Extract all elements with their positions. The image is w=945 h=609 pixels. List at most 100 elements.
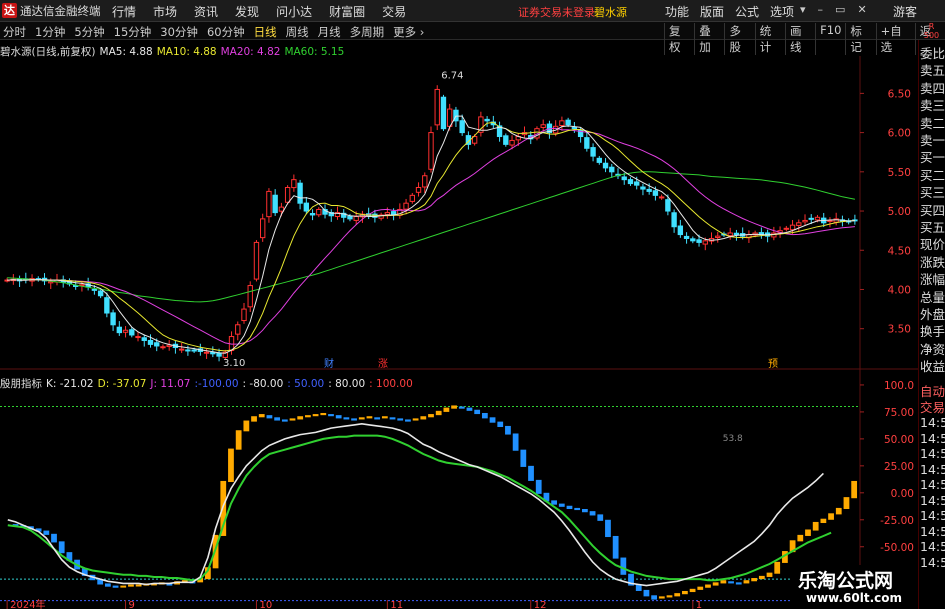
indicator-d-line [7, 434, 832, 582]
event-marker[interactable]: 涨 [378, 358, 388, 370]
indicator-bar [243, 420, 250, 432]
event-marker[interactable]: 预 [768, 358, 778, 370]
menu-item-1[interactable]: 市场 [153, 3, 177, 20]
side-item-30[interactable]: 14:56 [920, 555, 945, 571]
candle-body [110, 312, 116, 326]
right-menu-item-0[interactable]: 功能 [665, 3, 689, 20]
indicator-bar [135, 584, 142, 587]
candle-body [253, 241, 260, 280]
candle-body [440, 96, 447, 130]
candle-body [484, 118, 490, 122]
period-tab-3[interactable]: 15分钟 [114, 24, 152, 40]
indicator-tick-label: 75.00 [884, 407, 914, 419]
indicator-bar [335, 415, 342, 419]
menu-item-2[interactable]: 资讯 [194, 3, 218, 20]
menu-item-3[interactable]: 发现 [235, 3, 259, 20]
side-item-0[interactable]: 委比 [920, 46, 945, 62]
candle-body [309, 213, 316, 216]
menu-item-4[interactable]: 问小达 [276, 3, 312, 20]
indicator-bar [743, 580, 750, 584]
indicator-bar [397, 418, 404, 421]
candle-body [646, 188, 652, 192]
side-item-15[interactable]: 外盘 [920, 307, 945, 323]
side-item-4[interactable]: 卖二 [920, 116, 945, 132]
side-item-29[interactable]: 14:56 [920, 539, 945, 555]
side-item-19[interactable]: 自动 [920, 384, 945, 400]
side-item-22[interactable]: 14:56 [920, 431, 945, 447]
indicator-bar [374, 417, 381, 420]
period-tab-10[interactable]: 更多 › [393, 24, 424, 40]
candle-body [677, 225, 684, 236]
side-item-23[interactable]: 14:56 [920, 446, 945, 462]
period-tab-1[interactable]: 1分钟 [35, 24, 65, 40]
side-item-21[interactable]: 14:56 [920, 415, 945, 431]
candle-body [409, 194, 415, 202]
side-item-9[interactable]: 买四 [920, 203, 945, 219]
side-item-7[interactable]: 买二 [920, 168, 945, 184]
right-menu-item-3[interactable]: 选项 [770, 3, 794, 20]
side-item-14[interactable]: 总量 [920, 290, 945, 306]
side-item-10[interactable]: 买五 [920, 220, 945, 236]
indicator-bar [820, 518, 827, 524]
minimize-icon[interactable]: – [818, 3, 824, 16]
period-tab-5[interactable]: 60分钟 [207, 24, 245, 40]
candle-body [390, 211, 397, 215]
indicator-bar [358, 417, 365, 420]
side-item-8[interactable]: 买三 [920, 185, 945, 201]
side-item-5[interactable]: 卖一 [920, 133, 945, 149]
guest-label[interactable]: 游客 [893, 3, 917, 20]
side-item-12[interactable]: 涨跌 [920, 255, 945, 271]
candle-body [671, 212, 677, 228]
period-tab-2[interactable]: 5分钟 [74, 24, 104, 40]
indicator-bar [381, 416, 388, 419]
side-item-1[interactable]: 卖五 [920, 63, 945, 79]
indicator-bar [605, 519, 611, 538]
menu-item-5[interactable]: 财富圈 [329, 3, 365, 20]
side-item-11[interactable]: 现价 [920, 237, 945, 253]
side-item-24[interactable]: 14:56 [920, 462, 945, 478]
side-item-16[interactable]: 换手 [920, 324, 945, 340]
candle-body [796, 222, 802, 226]
candle-body [272, 194, 278, 214]
period-tab-9[interactable]: 多周期 [350, 24, 385, 40]
close-icon[interactable]: ✕ [857, 3, 866, 16]
period-tab-4[interactable]: 30分钟 [160, 24, 198, 40]
price-tick-label: 5.00 [888, 206, 911, 218]
side-item-3[interactable]: 卖三 [920, 98, 945, 114]
period-tab-0[interactable]: 分时 [3, 24, 26, 40]
maximize-icon[interactable]: ▭ [835, 3, 845, 16]
side-item-2[interactable]: 卖四 [920, 81, 945, 97]
tool-button-7[interactable]: +自选 [875, 23, 915, 55]
right-menu-item-2[interactable]: 公式 [735, 3, 759, 20]
candle-body [415, 187, 422, 193]
candle-body [284, 187, 291, 203]
side-item-6[interactable]: 买一 [920, 150, 945, 166]
indicator-bar [51, 533, 57, 543]
menu-item-6[interactable]: 交易 [382, 3, 406, 20]
menu-item-0[interactable]: 行情 [112, 3, 136, 20]
indicator-bar [574, 507, 581, 511]
dropdown-icon[interactable]: ▾ [800, 3, 806, 16]
side-item-25[interactable]: 14:56 [920, 477, 945, 493]
trade-login-notice[interactable]: 证券交易未登录 [518, 4, 595, 20]
indicator-bar [528, 465, 534, 481]
period-tab-6[interactable]: 日线 [254, 24, 277, 40]
side-item-17[interactable]: 净资 [920, 342, 945, 358]
side-item-28[interactable]: 14:56 [920, 524, 945, 540]
side-item-13[interactable]: 涨幅 [920, 272, 945, 288]
candle-body [509, 139, 515, 146]
candle-body [97, 290, 104, 297]
candle-body [178, 348, 185, 351]
indicator-tick-label: -50.00 [880, 542, 914, 554]
period-tab-7[interactable]: 周线 [286, 24, 309, 40]
side-item-18[interactable]: 收益 [920, 359, 945, 375]
side-item-26[interactable]: 14:56 [920, 493, 945, 509]
indicator-bar [620, 557, 627, 575]
side-item-27[interactable]: 14:56 [920, 508, 945, 524]
side-item-20[interactable]: 交易 [920, 400, 945, 416]
indicator-bar [428, 414, 434, 418]
chart-canvas[interactable]: 3.504.004.505.005.506.006.50-100.0-75.00… [0, 56, 918, 609]
period-tab-8[interactable]: 月线 [318, 24, 341, 40]
right-menu-item-1[interactable]: 版面 [700, 3, 724, 20]
event-marker[interactable]: 财 [324, 357, 334, 370]
